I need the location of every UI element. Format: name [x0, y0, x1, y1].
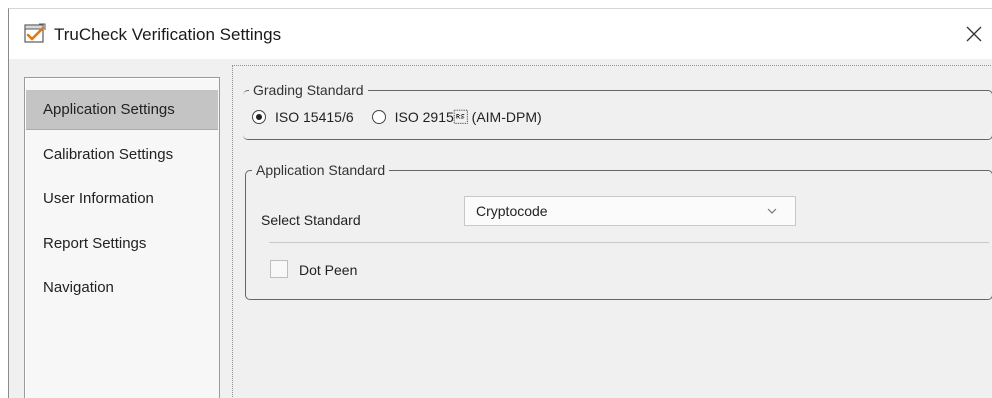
dot-peen-label[interactable]: Dot Peen	[299, 262, 357, 278]
application-standard-legend: Application Standard	[252, 161, 390, 179]
sidebar-item-report-settings[interactable]: Report Settings	[26, 224, 218, 264]
trucheck-app-icon	[24, 22, 46, 44]
grading-standard-legend: Grading Standard	[249, 81, 368, 99]
radio-iso-15415-label[interactable]: ISO 15415/6	[275, 109, 354, 125]
sidebar-item-calibration-settings[interactable]: Calibration Settings	[26, 135, 218, 175]
close-icon	[966, 26, 982, 42]
title-bar: TruCheck Verification Settings	[9, 9, 992, 59]
sidebar-item-navigation[interactable]: Navigation	[26, 268, 218, 308]
radio-iso-29158-label[interactable]: ISO 2915 (AIM-DPM)	[395, 109, 542, 125]
select-standard-label: Select Standard	[261, 212, 361, 228]
close-button[interactable]	[957, 17, 991, 51]
sidebar-item-application-settings[interactable]: Application Settings	[26, 90, 218, 130]
standard-dropdown[interactable]: Cryptocode	[464, 196, 796, 226]
window-title: TruCheck Verification Settings	[54, 25, 282, 44]
settings-window: TruCheck Verification Settings Applicati…	[8, 8, 992, 398]
settings-content: Grading Standard ISO 15415/6 ISO 2915 (A…	[232, 65, 992, 398]
radio-iso-15415[interactable]	[252, 110, 266, 124]
dot-peen-checkbox[interactable]	[270, 260, 288, 278]
settings-sidebar: Application Settings Calibration Setting…	[24, 77, 220, 398]
application-standard-group: Application Standard	[245, 161, 992, 300]
grading-standard-options: ISO 15415/6 ISO 2915 (AIM-DPM)	[252, 107, 560, 127]
standard-dropdown-value: Cryptocode	[476, 203, 548, 219]
dialog-body: Application Settings Calibration Setting…	[9, 59, 992, 398]
chevron-down-icon	[767, 208, 777, 214]
radio-iso-29158[interactable]	[371, 110, 386, 124]
group-separator	[269, 242, 989, 243]
sidebar-item-user-information[interactable]: User Information	[26, 179, 218, 219]
